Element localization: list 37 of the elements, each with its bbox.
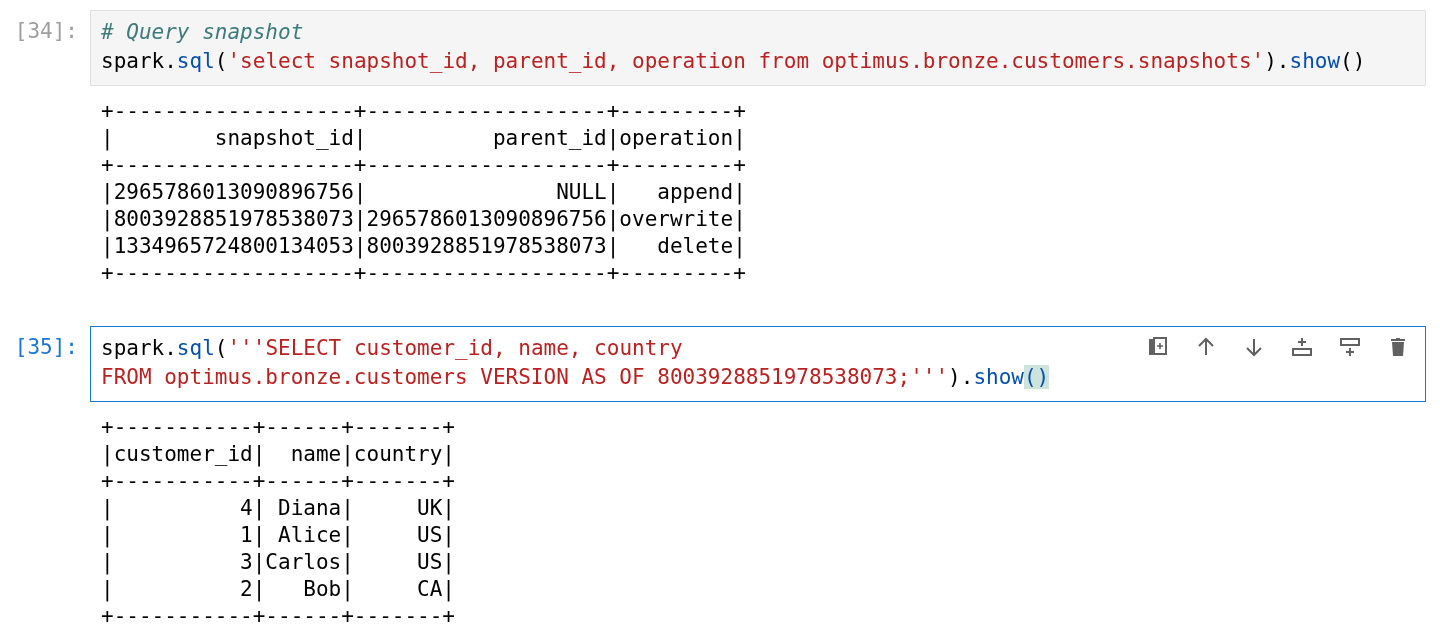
code-text: ). — [1264, 49, 1290, 73]
code-text: spark. — [101, 49, 177, 73]
output-text: +-------------------+-------------------+---------+ — [101, 260, 746, 287]
output-text: | 3|Carlos| US| — [101, 549, 455, 576]
code-text: () — [1340, 49, 1366, 73]
code-text: ( — [214, 336, 228, 360]
code-cell[interactable]: spark.sql('''SELECT customer_id, name, country FROM optimus.bronze.customers VERSION AS OF 8003928851978538073;''').show() — [90, 326, 1426, 402]
output-text: |customer_id| name|country| — [101, 441, 455, 468]
code-text: ). — [948, 365, 974, 389]
code-string: 'select snapshot_id, parent_id, operation from optimus.bronze.customers.snapshots' — [227, 49, 1265, 73]
code-cell[interactable]: # Query snapshot spark.sql('select snapshot_id, parent_id, operation from optimus.bronze.customers.snapshots').show() — [90, 10, 1426, 86]
execution-count: [34]: — [13, 18, 79, 45]
insert-above-icon[interactable] — [1290, 335, 1314, 359]
output-text: +-----------+------+-------+ — [101, 468, 455, 495]
code-function: show — [1289, 49, 1341, 73]
code-string: FROM optimus.bronze.customers VERSION AS OF 8003928851978538073;''' — [101, 365, 949, 389]
output-text: | 2| Bob| CA| — [101, 576, 455, 603]
output-text: +-----------+------+-------+ — [101, 603, 455, 630]
output-text: +-----------+------+-------+ — [101, 414, 455, 441]
code-text: ( — [214, 49, 228, 73]
output-text: | 1| Alice| US| — [101, 522, 455, 549]
code-function: sql — [176, 49, 215, 73]
output-text: +-------------------+-------------------+---------+ — [101, 98, 746, 125]
output-text: | 4| Diana| UK| — [101, 495, 455, 522]
output-text: | snapshot_id| parent_id|operation| — [101, 125, 746, 152]
output-text: +-------------------+-------------------+---------+ — [101, 152, 746, 179]
code-text: spark. — [101, 336, 177, 360]
matched-bracket: () — [1023, 365, 1050, 389]
output-text: |1334965724800134053|8003928851978538073| delete| — [101, 233, 746, 260]
code-string: '''SELECT customer_id, name, country — [227, 336, 683, 360]
code-function: show — [973, 365, 1024, 389]
insert-below-icon[interactable] — [1338, 335, 1362, 359]
execution-count: [35]: — [13, 334, 79, 361]
output-text: |8003928851978538073|2965786013090896756|overwrite| — [101, 206, 746, 233]
code-comment: # Query snapshot — [101, 20, 304, 44]
code-function: sql — [176, 336, 215, 360]
output-text: |2965786013090896756| NULL| append| — [101, 179, 746, 206]
